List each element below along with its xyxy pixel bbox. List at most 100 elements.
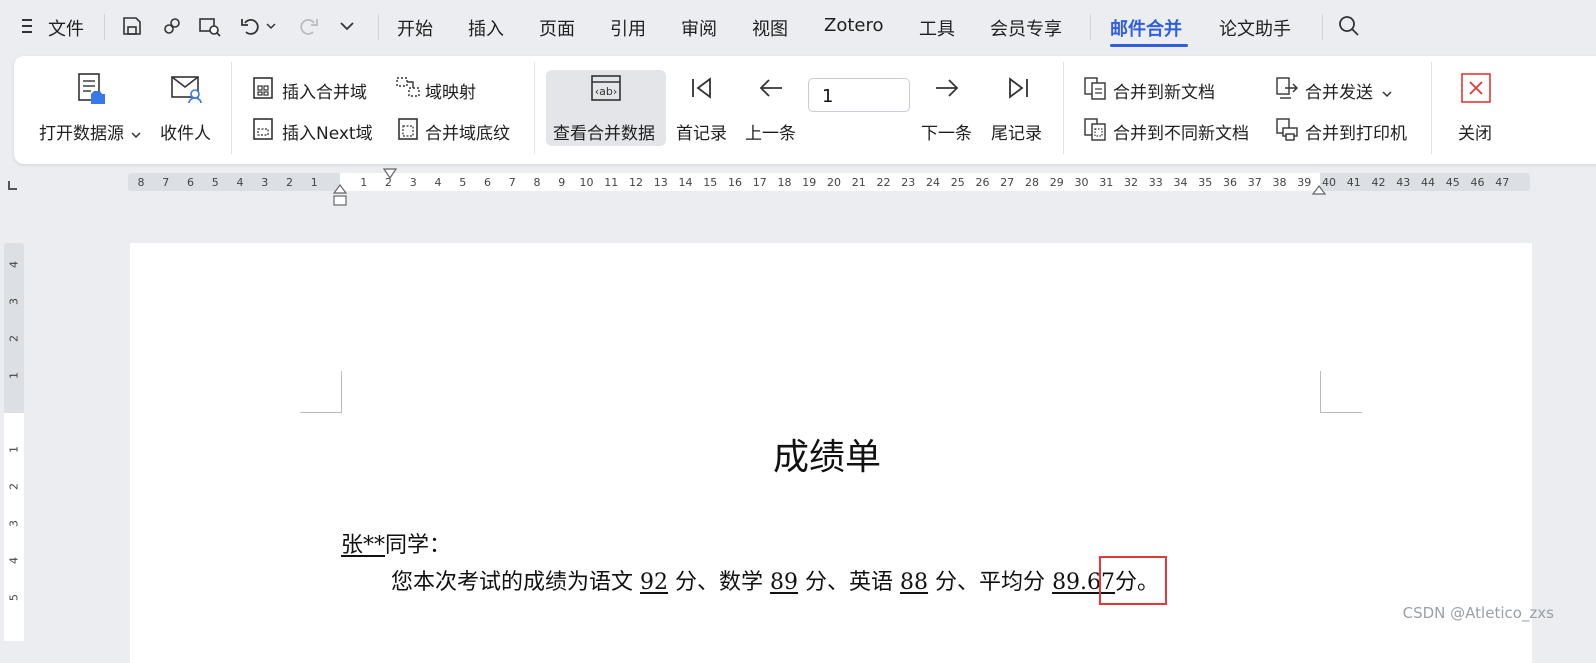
tab-page[interactable]: 页面 [539,15,575,41]
merge-to-new-doc-icon[interactable] [1083,76,1107,104]
redo-icon[interactable] [297,14,321,38]
ruler-tick-label: 11 [604,176,619,189]
ruler-tick-label: 44 [1421,176,1435,189]
chinese-score-field[interactable]: 92 [640,570,668,595]
tab-view[interactable]: 视图 [752,15,788,41]
ruler-tick-label: 28 [1025,176,1039,189]
ruler-tick-label: 4 [434,176,442,189]
arrow-left-icon[interactable] [758,78,784,102]
save-icon[interactable] [120,14,144,38]
insert-next-field-button[interactable]: 插入Next域 [282,119,373,144]
chevron-down-icon[interactable] [131,124,141,143]
ruler-tick-label: 3 [261,176,269,189]
tab-start[interactable]: 开始 [397,15,433,41]
ruler-tick-label: 19 [802,176,817,189]
ruler-tick-label: 13 [653,176,668,189]
tab-insert[interactable]: 插入 [468,15,504,41]
first-record-button[interactable]: 首记录 [676,119,727,144]
recipients-button[interactable]: 收件人 [160,119,211,144]
hamburger-icon[interactable] [22,17,36,35]
merge-to-different-docs-button[interactable]: 合并到不同新文档 [1113,119,1249,144]
open-datasource-button[interactable]: 打开数据源 [39,119,124,144]
tab-references[interactable]: 引用 [610,15,646,41]
first-line-indent-marker[interactable] [382,165,398,184]
ruler-tick-label: 36 [1223,176,1237,189]
ruler-tick-label: 30 [1074,176,1089,189]
field-mapping-button[interactable]: 域映射 [425,78,476,103]
merge-to-different-docs-icon[interactable] [1083,117,1107,145]
ruler-tick-label: 20 [827,176,841,189]
tab-tools[interactable]: 工具 [919,15,955,41]
merge-to-printer-icon[interactable] [1275,117,1299,145]
english-score-field[interactable]: 88 [900,570,928,595]
greeting-line: 张**同学： [341,527,451,559]
scores-prefix: 您本次考试的成绩为语文 [391,570,634,595]
merge-field-shading-button[interactable]: 合并域底纹 [425,119,510,144]
ruler-tick-label: 5 [211,176,219,189]
undo-icon[interactable] [238,14,262,38]
close-icon[interactable] [1460,72,1492,108]
divider [1322,14,1323,40]
ruler-tick-label: 21 [851,176,866,189]
divider [1431,62,1432,154]
divider [1090,14,1091,40]
merge-send-icon[interactable] [1275,76,1299,104]
merge-send-button[interactable]: 合并发送 [1305,78,1373,103]
tab-mail-merge[interactable]: 邮件合并 [1110,15,1182,41]
vertical-ruler-tick-label: 3 [7,520,21,527]
merge-field-shading-icon[interactable] [397,117,419,145]
close-button[interactable]: 关闭 [1458,119,1492,144]
field-mapping-icon[interactable] [395,76,421,102]
merge-to-printer-button[interactable]: 合并到打印机 [1305,119,1407,144]
math-score-field[interactable]: 89 [770,570,798,595]
ruler-tick-label: 31 [1099,176,1114,189]
open-datasource-icon[interactable] [76,72,108,110]
ruler-tick-label: 10 [579,176,594,189]
more-chevron-icon[interactable] [335,14,359,38]
student-name-field[interactable]: 张** [341,533,385,558]
right-indent-marker[interactable] [1311,184,1327,203]
record-number-input[interactable]: 1 [808,78,910,112]
tab-member[interactable]: 会员专享 [990,15,1062,41]
ruler-tick-label: 1 [360,176,368,189]
ruler-tick-label: 7 [508,176,516,189]
scores-line: 您本次考试的成绩为语文 92 分、数学 89 分、英语 88 分、平均分 89.… [391,564,1159,596]
prev-record-button[interactable]: 上一条 [745,119,796,144]
link-icon[interactable] [160,14,184,38]
vertical-ruler-tick-label: 4 [7,557,21,564]
arrow-right-icon[interactable] [934,78,960,102]
ruler-tick-label: 42 [1371,176,1386,189]
last-record-button[interactable]: 尾记录 [991,119,1042,144]
view-merged-data-icon[interactable]: ‹ab› [590,74,622,106]
tab-review[interactable]: 审阅 [681,15,717,41]
left-indent-marker[interactable] [332,184,348,212]
first-record-icon[interactable] [690,77,714,103]
ruler-tick-label: 29 [1049,176,1064,189]
insert-merge-field-icon[interactable] [252,76,274,104]
tab-zotero[interactable]: Zotero [824,15,884,36]
view-merged-data-button[interactable]: 查看合并数据 [553,119,655,144]
recipients-icon[interactable] [170,74,204,108]
ruler-tick-label: 23 [901,176,916,189]
next-record-button[interactable]: 下一条 [921,119,972,144]
ruler-tick-label: 38 [1272,176,1287,189]
margin-corner-top-right [1320,371,1362,413]
undo-dropdown-chevron-icon[interactable] [264,14,278,38]
ruler-tick-label: 15 [703,176,718,189]
ruler-tick-label: 34 [1173,176,1188,189]
ruler-tick-label: 4 [236,176,244,189]
file-menu[interactable]: 文件 [48,15,84,41]
watermark: CSDN @Atletico_zxs [1402,604,1554,622]
ruler-corner-icon[interactable] [7,176,19,195]
chevron-down-icon[interactable] [1382,83,1392,102]
tab-thesis-assistant[interactable]: 论文助手 [1219,15,1291,41]
sep-english: 分、英语 [805,570,894,595]
search-icon[interactable] [1337,14,1361,38]
merge-to-new-doc-button[interactable]: 合并到新文档 [1113,78,1215,103]
print-preview-icon[interactable] [197,14,221,38]
divider [104,14,105,40]
insert-next-field-icon[interactable] [252,117,274,145]
insert-merge-field-button[interactable]: 插入合并域 [282,78,367,103]
ruler-tick-label: 16 [728,176,742,189]
last-record-icon[interactable] [1006,77,1030,103]
